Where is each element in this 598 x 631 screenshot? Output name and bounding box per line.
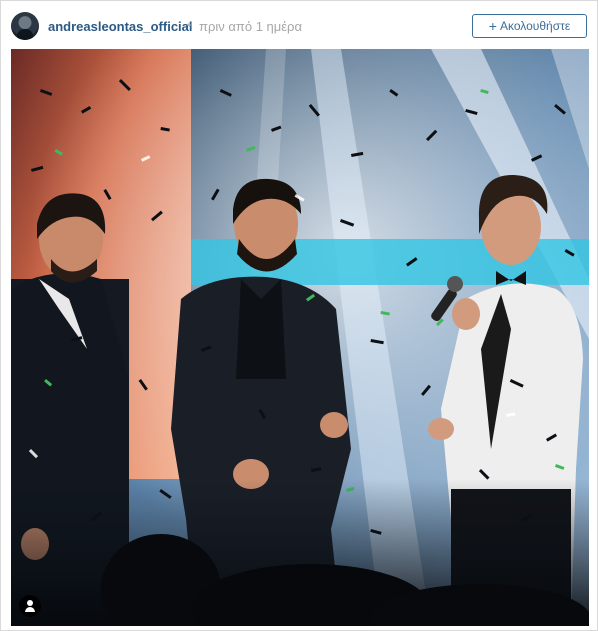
follow-button[interactable]: + Ακολουθήστε (472, 14, 587, 38)
instagram-post-card: andreasleontas_official • πριν από 1 ημέ… (0, 0, 598, 631)
separator-dot: • (187, 18, 192, 32)
user-tag-icon[interactable] (19, 595, 41, 617)
stage-photo-illustration (11, 49, 589, 626)
post-header: andreasleontas_official • πριν από 1 ημέ… (1, 1, 597, 49)
profile-avatar[interactable] (11, 12, 39, 40)
plus-icon: + (488, 18, 497, 34)
profile-username[interactable]: andreasleontas_official (48, 19, 193, 34)
follow-button-label: Ακολουθήστε (499, 19, 571, 33)
post-photo[interactable] (11, 49, 589, 626)
post-timestamp[interactable]: πριν από 1 ημέρα (199, 19, 302, 34)
